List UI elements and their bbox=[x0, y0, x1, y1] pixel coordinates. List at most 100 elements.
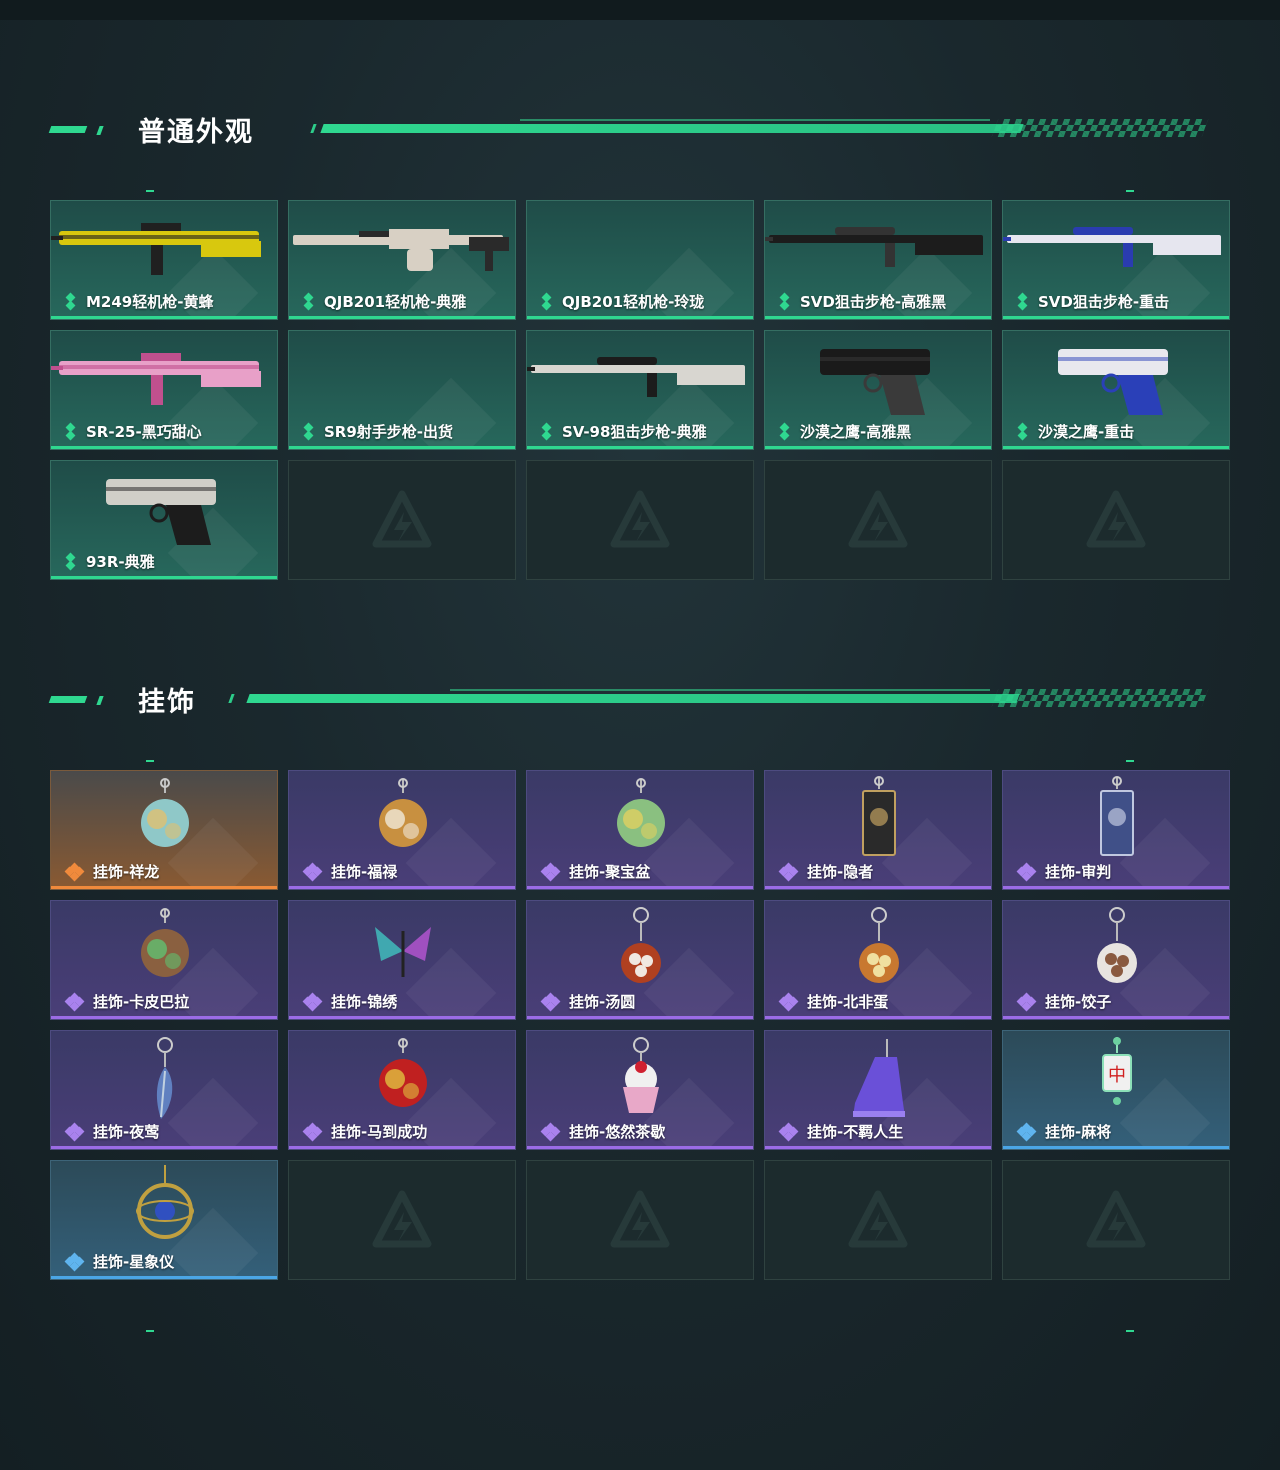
empty-slot bbox=[526, 460, 754, 580]
item-card[interactable]: 挂饰-星象仪 bbox=[50, 1160, 278, 1280]
item-card[interactable]: 挂饰-北非蛋 bbox=[764, 900, 992, 1020]
rarity-diamond-icon bbox=[1016, 862, 1037, 881]
item-name: 挂饰-福禄 bbox=[331, 863, 398, 881]
item-card[interactable]: 挂饰-锦绣 bbox=[288, 900, 516, 1020]
item-card[interactable]: 挂饰-审判 bbox=[1002, 770, 1230, 890]
item-label: QJB201轻机枪-典雅 bbox=[303, 291, 466, 312]
item-card[interactable]: SR9射手步枪-出货 bbox=[288, 330, 516, 450]
item-label: 挂饰-悠然茶歇 bbox=[540, 1121, 665, 1142]
empty-slot bbox=[526, 1160, 754, 1280]
item-name: 挂饰-马到成功 bbox=[331, 1123, 428, 1141]
item-card[interactable]: SR-25-黑巧甜心 bbox=[50, 330, 278, 450]
empty-slot bbox=[288, 1160, 516, 1280]
item-image bbox=[862, 776, 896, 856]
item-name: SVD狙击步枪-高雅黑 bbox=[800, 293, 947, 311]
placeholder-logo-icon bbox=[848, 490, 908, 548]
item-card[interactable]: 挂饰-马到成功 bbox=[288, 1030, 516, 1150]
item-card[interactable]: 93R-典雅 bbox=[50, 460, 278, 580]
rarity-diamond-icon bbox=[778, 862, 799, 881]
item-image bbox=[136, 1165, 194, 1239]
item-image bbox=[853, 1039, 905, 1117]
item-image bbox=[379, 778, 427, 847]
placeholder-logo-icon bbox=[610, 490, 670, 548]
item-label: 93R-典雅 bbox=[65, 551, 155, 572]
rarity-diamond-icon bbox=[1016, 992, 1037, 1011]
item-name: QJB201轻机枪-玲珑 bbox=[562, 293, 705, 311]
rarity-diamond-icon bbox=[1017, 422, 1030, 440]
item-card[interactable]: 挂饰-饺子 bbox=[1002, 900, 1230, 1020]
item-name: SV-98狙击步枪-典雅 bbox=[562, 423, 707, 441]
item-card[interactable]: 挂饰-聚宝盆 bbox=[526, 770, 754, 890]
item-image bbox=[765, 227, 983, 267]
item-image bbox=[106, 479, 216, 545]
header-thin-line bbox=[450, 689, 990, 691]
item-card[interactable]: 中 挂饰-麻将 bbox=[1002, 1030, 1230, 1150]
header-line bbox=[246, 694, 1020, 703]
item-card[interactable]: SV-98狙击步枪-典雅 bbox=[526, 330, 754, 450]
item-card[interactable]: 挂饰-福禄 bbox=[288, 770, 516, 890]
item-image bbox=[379, 1038, 427, 1107]
empty-slot bbox=[1002, 1160, 1230, 1280]
item-card[interactable]: 挂饰-汤圆 bbox=[526, 900, 754, 1020]
item-name: 挂饰-隐者 bbox=[807, 863, 874, 881]
rarity-diamond-icon bbox=[540, 992, 561, 1011]
item-label: 挂饰-北非蛋 bbox=[778, 991, 888, 1012]
item-image bbox=[156, 1037, 173, 1119]
corner-tick bbox=[146, 190, 154, 192]
item-card[interactable]: 沙漠之鹰-高雅黑 bbox=[764, 330, 992, 450]
item-card[interactable]: 挂饰-隐者 bbox=[764, 770, 992, 890]
rarity-diamond-icon bbox=[1016, 1122, 1037, 1141]
top-band bbox=[0, 0, 1280, 20]
item-image bbox=[1097, 907, 1137, 983]
rarity-diamond-icon bbox=[541, 422, 554, 440]
item-label: 挂饰-麻将 bbox=[1016, 1121, 1111, 1142]
placeholder-logo-icon bbox=[372, 490, 432, 548]
item-card[interactable]: 挂饰-悠然茶歇 bbox=[526, 1030, 754, 1150]
empty-slot bbox=[764, 1160, 992, 1280]
rarity-diamond-icon bbox=[540, 1122, 561, 1141]
header-accent bbox=[96, 126, 104, 135]
item-name: 沙漠之鹰-高雅黑 bbox=[800, 423, 912, 441]
item-label: SR-25-黑巧甜心 bbox=[65, 421, 202, 442]
item-label: 挂饰-祥龙 bbox=[64, 861, 159, 882]
item-image bbox=[859, 907, 899, 983]
item-card[interactable]: M249轻机枪-黄蜂 bbox=[50, 200, 278, 320]
item-name: 挂饰-不羁人生 bbox=[807, 1123, 904, 1141]
item-image bbox=[1003, 227, 1221, 267]
item-image bbox=[621, 907, 661, 983]
item-card[interactable]: 挂饰-祥龙 bbox=[50, 770, 278, 890]
item-image bbox=[820, 349, 930, 415]
item-card[interactable]: SVD狙击步枪-高雅黑 bbox=[764, 200, 992, 320]
item-card[interactable]: 挂饰-不羁人生 bbox=[764, 1030, 992, 1150]
svg-text:中: 中 bbox=[1108, 1065, 1126, 1086]
item-card[interactable]: 挂饰-卡皮巴拉 bbox=[50, 900, 278, 1020]
item-label: 沙漠之鹰-重击 bbox=[1017, 421, 1134, 442]
rarity-diamond-icon bbox=[65, 552, 78, 570]
header-checker bbox=[991, 689, 1209, 707]
rarity-diamond-icon bbox=[1017, 292, 1030, 310]
rarity-diamond-icon bbox=[302, 1122, 323, 1141]
item-card[interactable]: 挂饰-夜莺 bbox=[50, 1030, 278, 1150]
item-card[interactable]: SVD狙击步枪-重击 bbox=[1002, 200, 1230, 320]
header-line bbox=[310, 124, 317, 133]
rarity-diamond-icon bbox=[64, 1252, 85, 1271]
item-card[interactable]: 沙漠之鹰-重击 bbox=[1002, 330, 1230, 450]
item-card[interactable]: QJB201轻机枪-典雅 bbox=[288, 200, 516, 320]
corner-tick bbox=[1126, 760, 1134, 762]
item-label: QJB201轻机枪-玲珑 bbox=[541, 291, 704, 312]
item-image bbox=[617, 778, 665, 847]
item-label: 挂饰-锦绣 bbox=[302, 991, 397, 1012]
item-name: 挂饰-汤圆 bbox=[569, 993, 636, 1011]
item-label: 沙漠之鹰-高雅黑 bbox=[779, 421, 911, 442]
rarity-diamond-icon bbox=[302, 992, 323, 1011]
charm-grid: 挂饰-祥龙 挂饰-福禄 挂饰-聚宝盆 挂饰-隐者 挂饰-审判 挂饰-卡皮巴拉 挂… bbox=[50, 770, 1230, 1280]
rarity-diamond-icon bbox=[779, 422, 792, 440]
item-label: M249轻机枪-黄蜂 bbox=[65, 291, 213, 312]
item-card[interactable]: QJB201轻机枪-玲珑 bbox=[526, 200, 754, 320]
item-image bbox=[51, 223, 261, 275]
rarity-diamond-icon bbox=[779, 292, 792, 310]
item-label: 挂饰-汤圆 bbox=[540, 991, 636, 1012]
corner-tick bbox=[146, 760, 154, 762]
item-label: SVD狙击步枪-高雅黑 bbox=[779, 291, 946, 312]
rarity-diamond-icon bbox=[778, 992, 799, 1011]
